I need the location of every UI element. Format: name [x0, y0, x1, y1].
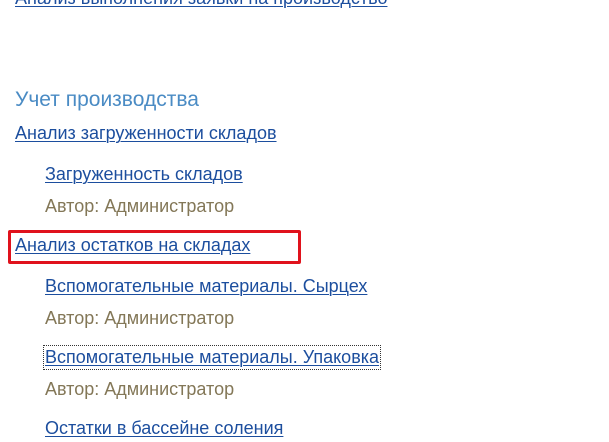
report-link-request-analysis[interactable]: Анализ выполнения заявки на производство: [15, 0, 387, 9]
report-link-aux-materials-raw[interactable]: Вспомогательные материалы. Сырцех: [45, 276, 367, 297]
report-link-warehouse-load[interactable]: Загруженность складов: [45, 164, 243, 185]
group-link-warehouse-stock-analysis[interactable]: Анализ остатков на складах: [15, 235, 250, 256]
report-link-aux-materials-packaging[interactable]: Вспомогательные материалы. Упаковка: [42, 345, 382, 370]
report-link-brine-pool-stock[interactable]: Остатки в бассейне соления: [45, 418, 283, 439]
report-author: Автор: Администратор: [45, 196, 235, 216]
group-link-warehouse-load-analysis[interactable]: Анализ загруженности складов: [15, 123, 277, 144]
report-author: Автор: Администратор: [45, 379, 235, 399]
report-author: Автор: Администратор: [45, 308, 235, 328]
section-title: Учет производства: [15, 88, 199, 111]
